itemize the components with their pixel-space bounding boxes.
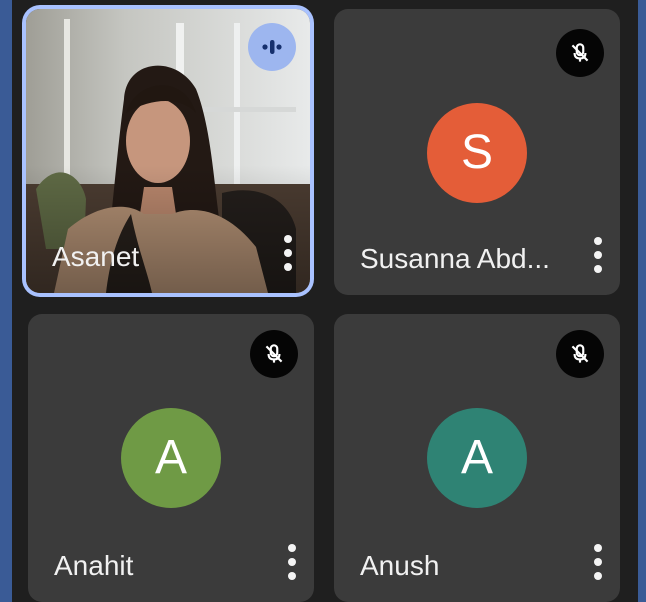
more-vert-icon[interactable] (282, 235, 294, 271)
participant-name: Anush (360, 550, 440, 581)
speaking-indicator-icon (248, 23, 296, 71)
more-vert-icon[interactable] (592, 544, 604, 580)
participant-tile-anahit[interactable]: A Anahit (28, 314, 314, 602)
mic-off-icon (556, 29, 604, 77)
avatar: A (427, 408, 527, 508)
participant-name: Asanet (52, 241, 140, 272)
more-vert-icon[interactable] (592, 237, 604, 273)
participant-name: Susanna Abd... (360, 243, 550, 274)
participant-tile-asanet[interactable]: Asanet (26, 9, 310, 293)
mic-off-icon (250, 330, 298, 378)
participant-tile-susanna[interactable]: S Susanna Abd... (334, 9, 620, 295)
more-vert-icon[interactable] (286, 544, 298, 580)
avatar: A (121, 408, 221, 508)
participant-name: Anahit (54, 550, 134, 581)
meeting-grid: Asanet S Susanna Abd... A Anahit A Anush (12, 0, 638, 602)
mic-off-icon (556, 330, 604, 378)
participant-tile-anush[interactable]: A Anush (334, 314, 620, 602)
avatar: S (427, 103, 527, 203)
